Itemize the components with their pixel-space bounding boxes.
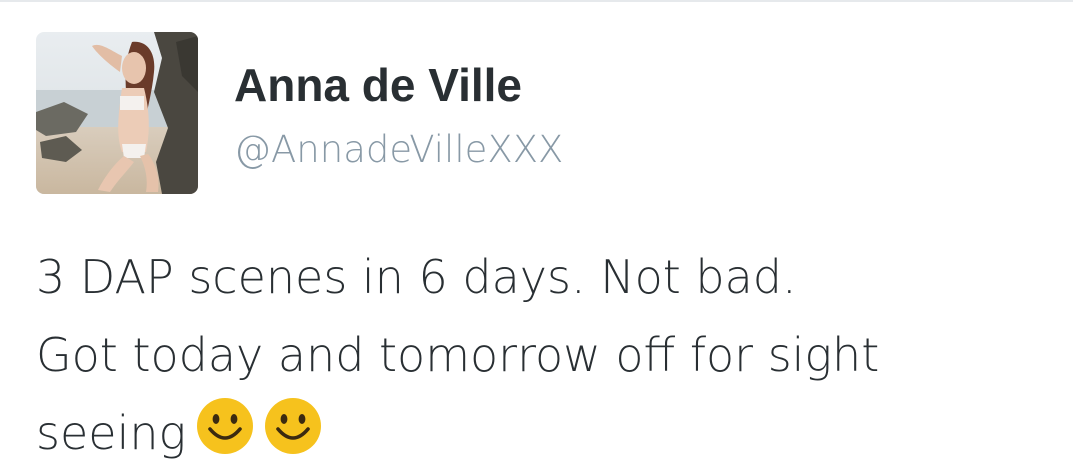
tweet-text-last-line: seeing xyxy=(36,394,1056,472)
author-handle[interactable]: @AnnadeVilleXXX xyxy=(234,126,563,174)
smiling-face-emoji-icon xyxy=(196,397,254,455)
tweet-text-line: seeing xyxy=(36,406,187,460)
author-display-name[interactable]: Anna de Ville xyxy=(234,58,522,112)
tweet-text-line: Got today and tomorrow off for sight xyxy=(36,328,880,382)
tweet-text-line: 3 DAP scenes in 6 days. Not bad. xyxy=(36,250,797,304)
smiling-face-emoji-icon xyxy=(264,397,322,455)
top-divider xyxy=(0,0,1073,2)
tweet-text: 3 DAP scenes in 6 days. Not bad. Got tod… xyxy=(36,238,1056,472)
avatar-photo xyxy=(36,32,198,194)
profile-avatar[interactable] xyxy=(36,32,198,194)
